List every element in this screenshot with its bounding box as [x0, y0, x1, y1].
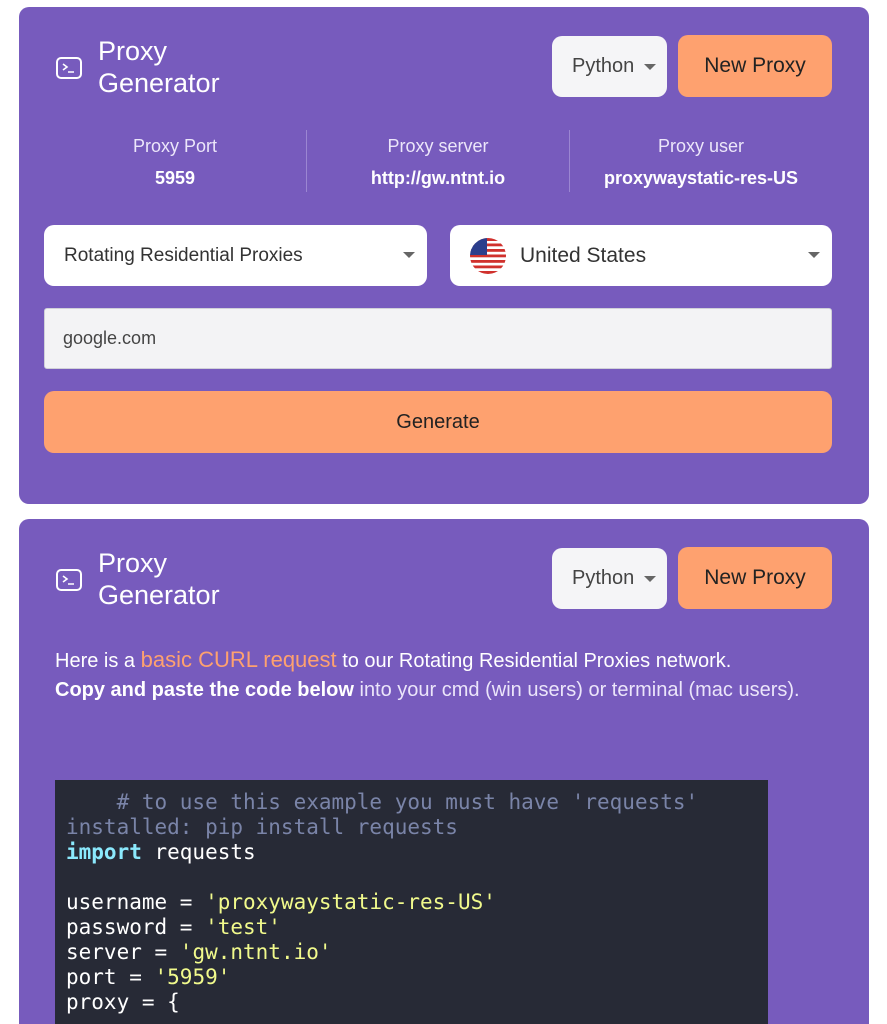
language-select[interactable]: Python	[552, 548, 667, 609]
us-flag-icon	[470, 237, 506, 274]
target-url-input[interactable]	[44, 308, 832, 369]
generate-button[interactable]: Generate	[44, 391, 832, 453]
proxy-type-value: Rotating Residential Proxies	[64, 244, 303, 266]
code-line: username = 'proxywaystatic-res-US'	[66, 890, 496, 914]
page-title: Proxy Generator	[98, 548, 220, 610]
stat-label: Proxy user	[657, 136, 745, 156]
code-line: password = 'test'	[66, 915, 281, 939]
instructions-text: Here is a basic CURL request to our Rota…	[55, 647, 800, 701]
stat-value: 5959	[154, 168, 196, 188]
proxy-type-select[interactable]: Rotating Residential Proxies	[44, 225, 427, 286]
stat-proxy-user: Proxy user proxywaystatic-res-US	[570, 134, 832, 189]
code-comment: # to use this example you must have 'req…	[66, 790, 699, 814]
stat-value: http://gw.ntnt.io	[370, 168, 506, 188]
stat-label: Proxy server	[387, 136, 489, 156]
stat-label: Proxy Port	[132, 136, 218, 156]
country-select[interactable]: United States	[450, 225, 832, 286]
chevron-down-icon	[808, 252, 820, 258]
proxy-generator-card: Proxy Generator Python New Proxy Proxy P…	[19, 7, 869, 504]
terminal-icon	[56, 569, 82, 591]
code-line: proxy = {	[66, 990, 180, 1014]
code-comment: installed: pip install requests	[66, 815, 458, 839]
stat-proxy-server: Proxy server http://gw.ntnt.io	[307, 134, 569, 189]
stat-value: proxywaystatic-res-US	[603, 168, 799, 188]
new-proxy-button[interactable]: New Proxy	[678, 547, 832, 609]
language-select-value: Python	[572, 567, 635, 589]
curl-request-link[interactable]: basic CURL request	[141, 647, 337, 672]
code-block: # to use this example you must have 'req…	[55, 780, 768, 1024]
chevron-down-icon	[644, 576, 656, 582]
chevron-down-icon	[403, 252, 415, 258]
page-title: Proxy Generator	[98, 36, 220, 98]
code-line: port = '5959'	[66, 965, 231, 989]
country-value: United States	[520, 243, 647, 267]
proxy-generator-code-card: Proxy Generator Python New Proxy Here is…	[19, 519, 869, 1024]
code-line: server = 'gw.ntnt.io'	[66, 940, 332, 964]
language-select-value: Python	[572, 55, 635, 77]
new-proxy-button[interactable]: New Proxy	[678, 35, 832, 97]
language-select[interactable]: Python	[552, 36, 667, 97]
code-line: import requests	[66, 840, 256, 864]
terminal-icon	[56, 57, 82, 79]
chevron-down-icon	[644, 64, 656, 70]
stat-proxy-port: Proxy Port 5959	[44, 134, 306, 189]
